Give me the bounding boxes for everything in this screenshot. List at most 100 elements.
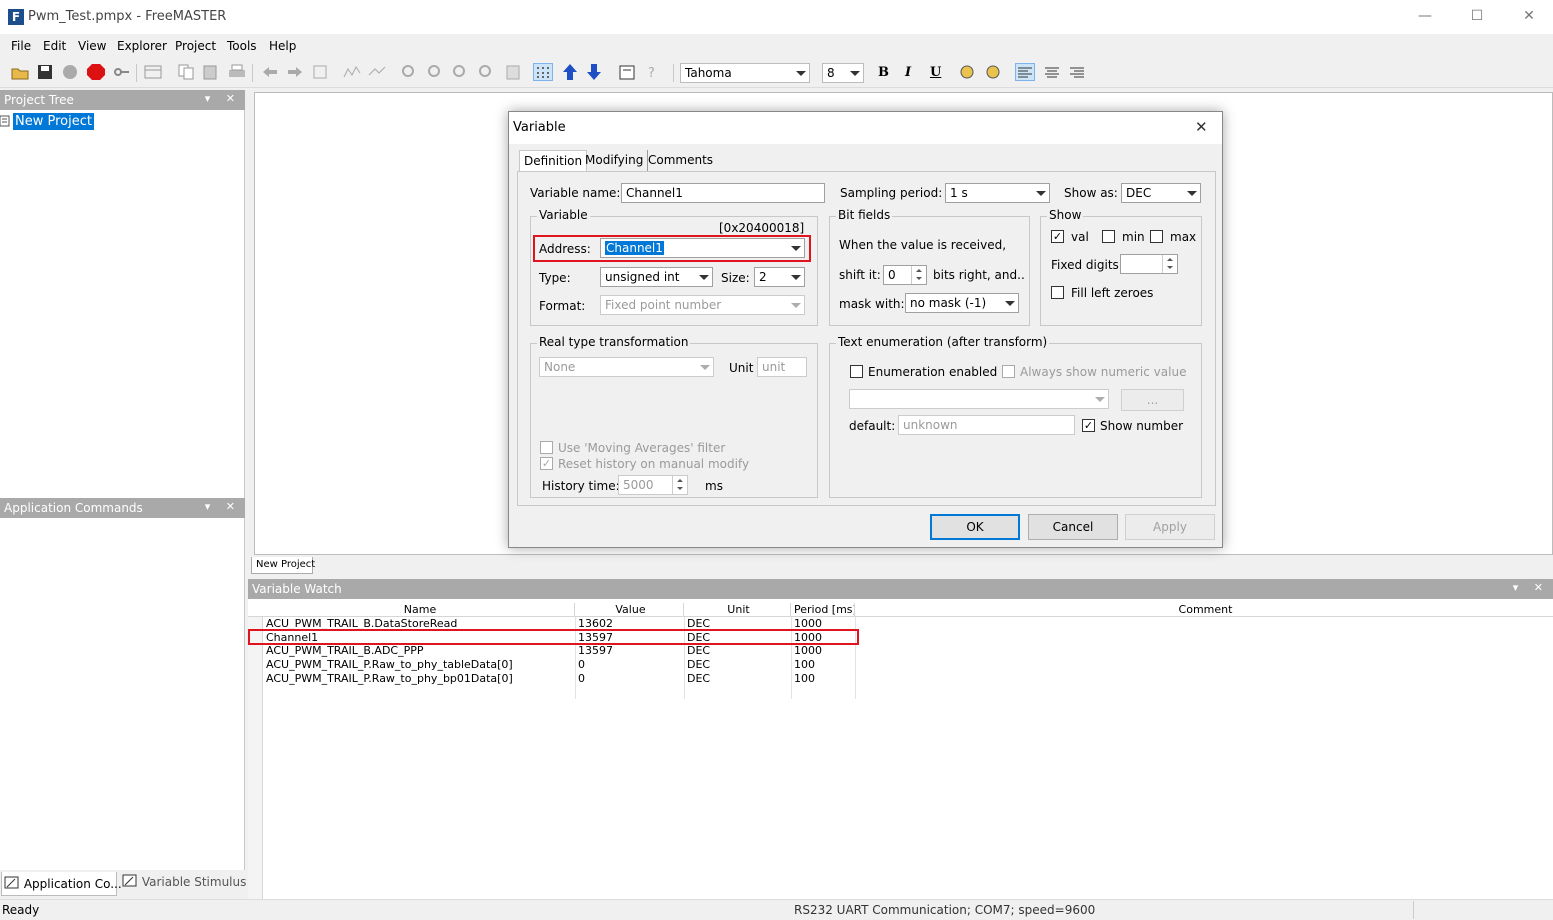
row-unit: DEC bbox=[687, 644, 711, 658]
cancel-button[interactable]: Cancel bbox=[1028, 514, 1118, 540]
find-icon[interactable] bbox=[958, 63, 978, 81]
close-button[interactable]: ✕ bbox=[1503, 0, 1553, 34]
min-checkbox[interactable] bbox=[1102, 230, 1115, 243]
scope-icon[interactable] bbox=[342, 63, 362, 81]
col-period[interactable]: Period [ms] bbox=[791, 603, 855, 616]
table-row[interactable]: ACU_PWM_TRAIL_P.Raw_to_phy_bp01Data[0] 0… bbox=[263, 672, 1553, 686]
col-name[interactable]: Name bbox=[263, 603, 575, 616]
chevron-down-icon bbox=[697, 360, 711, 374]
always-numeric-label: Always show numeric value bbox=[1020, 365, 1187, 379]
font-name-combo[interactable]: Tahoma bbox=[680, 63, 810, 83]
maximize-button[interactable]: ☐ bbox=[1451, 0, 1503, 34]
tree-item-new-project[interactable]: New Project bbox=[13, 113, 94, 130]
go-icon[interactable] bbox=[60, 63, 80, 81]
minimize-button[interactable]: — bbox=[1399, 0, 1451, 34]
zoom-out-icon[interactable] bbox=[451, 63, 471, 81]
tab-variable-stimulus[interactable]: Variable Stimulus bbox=[122, 874, 246, 889]
tab-application-commands[interactable]: Application Co... bbox=[1, 872, 122, 896]
app-commands-title: Application Commands bbox=[4, 501, 143, 515]
default-input[interactable]: unknown bbox=[898, 415, 1075, 435]
max-checkbox[interactable] bbox=[1150, 230, 1163, 243]
apply-button[interactable]: Apply bbox=[1125, 514, 1215, 540]
recorder-icon[interactable] bbox=[367, 63, 387, 81]
menu-explorer[interactable]: Explorer bbox=[117, 39, 167, 53]
show-number-checkbox[interactable]: ✓ bbox=[1082, 419, 1095, 432]
enum-enabled-checkbox[interactable] bbox=[850, 365, 863, 378]
size-value: 2 bbox=[759, 270, 767, 284]
panel-header-buttons[interactable]: ▾ ✕ bbox=[205, 500, 241, 513]
zoom-icon[interactable] bbox=[400, 63, 420, 81]
clipboard-icon[interactable] bbox=[503, 63, 523, 81]
reset-history-checkbox[interactable]: ✓ bbox=[540, 457, 553, 470]
dialog-close-icon[interactable]: ✕ bbox=[1195, 118, 1208, 136]
menu-help[interactable]: Help bbox=[269, 39, 296, 53]
copy-icon[interactable] bbox=[176, 63, 196, 81]
col-comment[interactable]: Comment bbox=[855, 603, 1553, 616]
enum-dots-button[interactable]: ... bbox=[1121, 389, 1184, 411]
paste-icon[interactable] bbox=[201, 63, 221, 81]
back-arrow-icon[interactable] bbox=[260, 63, 280, 81]
font-size-combo[interactable]: 8 bbox=[822, 63, 864, 83]
col-value[interactable]: Value bbox=[575, 603, 684, 616]
sampling-period-select[interactable]: 1 s bbox=[945, 183, 1050, 203]
menu-view[interactable]: View bbox=[78, 39, 106, 53]
tab-new-project[interactable]: New Project bbox=[251, 557, 315, 574]
forward-arrow-icon[interactable] bbox=[285, 63, 305, 81]
spinner-arrows-icon[interactable] bbox=[672, 476, 687, 494]
arrow-up-icon[interactable] bbox=[560, 63, 580, 81]
tab-modifying[interactable]: Modifying bbox=[581, 150, 649, 172]
align-left-icon[interactable] bbox=[1015, 63, 1035, 81]
save-icon[interactable] bbox=[35, 63, 55, 81]
val-checkbox[interactable]: ✓ bbox=[1051, 230, 1064, 243]
app-icon: F bbox=[8, 9, 24, 25]
menu-file[interactable]: File bbox=[11, 39, 31, 53]
mask-select[interactable]: no mask (-1) bbox=[905, 293, 1019, 313]
key-icon[interactable] bbox=[112, 63, 132, 81]
zoom-fit-icon[interactable] bbox=[477, 63, 497, 81]
table-row[interactable]: ACU_PWM_TRAIL_B.ADC_PPP 13597 DEC 1000 bbox=[263, 644, 1553, 658]
menu-edit[interactable]: Edit bbox=[43, 39, 66, 53]
properties-icon[interactable] bbox=[143, 63, 163, 81]
find-next-icon[interactable] bbox=[984, 63, 1004, 81]
shift-spinner[interactable]: 0 bbox=[883, 265, 927, 285]
fixed-digits-spinner[interactable] bbox=[1120, 254, 1178, 274]
refresh-icon[interactable] bbox=[310, 63, 330, 81]
zoom-in-icon[interactable] bbox=[426, 63, 446, 81]
spinner-arrows-icon[interactable] bbox=[911, 266, 926, 284]
menu-project[interactable]: Project bbox=[175, 39, 216, 53]
tab-comments[interactable]: Comments bbox=[644, 150, 717, 172]
stop-icon[interactable] bbox=[86, 63, 106, 81]
arrow-down-icon[interactable] bbox=[584, 63, 604, 81]
show-as-select[interactable]: DEC bbox=[1121, 183, 1201, 203]
grid-icon[interactable] bbox=[533, 63, 553, 81]
spinner-arrows-icon[interactable] bbox=[1162, 255, 1177, 273]
size-select[interactable]: 2 bbox=[754, 267, 805, 287]
panel-header-buttons[interactable]: ▾ ✕ bbox=[205, 92, 241, 105]
format-select[interactable]: Fixed point number bbox=[600, 295, 805, 315]
real-type-select[interactable]: None bbox=[539, 357, 714, 377]
type-select[interactable]: unsigned int bbox=[600, 267, 713, 287]
underline-button[interactable]: U bbox=[930, 65, 941, 80]
help-icon[interactable]: ? bbox=[643, 63, 663, 81]
bold-button[interactable]: B bbox=[878, 65, 889, 80]
panel-header-buttons[interactable]: ▾ ✕ bbox=[1513, 581, 1549, 594]
unit-input[interactable]: unit bbox=[757, 357, 807, 377]
tab-definition[interactable]: Definition bbox=[519, 150, 588, 172]
address-combo[interactable]: Channel1 bbox=[600, 238, 805, 258]
ok-button[interactable]: OK bbox=[930, 514, 1020, 540]
export-icon[interactable] bbox=[617, 63, 637, 81]
history-time-spinner[interactable]: 5000 bbox=[618, 475, 688, 495]
open-folder-icon[interactable] bbox=[10, 63, 30, 81]
align-right-icon[interactable] bbox=[1067, 63, 1087, 81]
col-unit[interactable]: Unit bbox=[684, 603, 791, 616]
moving-avg-checkbox[interactable] bbox=[540, 441, 553, 454]
print-icon[interactable] bbox=[227, 63, 247, 81]
italic-button[interactable]: I bbox=[905, 65, 911, 80]
always-numeric-checkbox[interactable] bbox=[1002, 365, 1015, 378]
menu-tools[interactable]: Tools bbox=[227, 39, 257, 53]
table-row[interactable]: ACU_PWM_TRAIL_P.Raw_to_phy_tableData[0] … bbox=[263, 658, 1553, 672]
enum-select[interactable] bbox=[849, 389, 1109, 409]
align-center-icon[interactable] bbox=[1042, 63, 1062, 81]
variable-name-input[interactable]: Channel1 bbox=[621, 183, 825, 203]
fill-zeroes-checkbox[interactable] bbox=[1051, 286, 1064, 299]
